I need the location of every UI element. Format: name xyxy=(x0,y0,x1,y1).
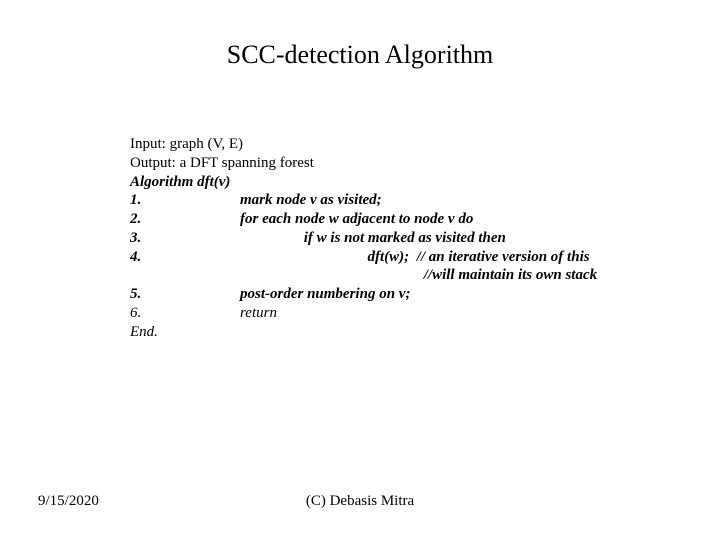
algorithm-body: Input: graph (V, E) Output: a DFT spanni… xyxy=(130,135,690,341)
algo-line-5: 5.post-order numbering on v; xyxy=(130,285,690,304)
line-text: dft(w); // an iterative version of this xyxy=(240,248,590,267)
algo-line-1: 1.mark node v as visited; xyxy=(130,191,690,210)
algo-comment-cont: //will maintain its own stack xyxy=(130,266,690,285)
line-text: post-order numbering on v; xyxy=(240,285,410,304)
algo-line-4: 4. dft(w); // an iterative version of th… xyxy=(130,248,690,267)
algo-line-2: 2.for each node w adjacent to node v do xyxy=(130,210,690,229)
footer-copyright: (C) Debasis Mitra xyxy=(0,493,720,510)
line-number xyxy=(130,266,240,285)
line-number: 6. xyxy=(130,304,240,323)
line-number: 5. xyxy=(130,285,240,304)
input-line: Input: graph (V, E) xyxy=(130,135,690,154)
line-text: if w is not marked as visited then xyxy=(240,229,506,248)
line-text: mark node v as visited; xyxy=(240,191,382,210)
line-number: 1. xyxy=(130,191,240,210)
line-text: //will maintain its own stack xyxy=(240,266,597,285)
algo-line-6: 6.return xyxy=(130,304,690,323)
line-number: 3. xyxy=(130,229,240,248)
algo-line-3: 3. if w is not marked as visited then xyxy=(130,229,690,248)
line-number: 2. xyxy=(130,210,240,229)
line-text: return xyxy=(240,304,277,323)
slide-title: SCC-detection Algorithm xyxy=(0,40,720,70)
line-text: for each node w adjacent to node v do xyxy=(240,210,473,229)
slide: SCC-detection Algorithm Input: graph (V,… xyxy=(0,0,720,540)
line-number: 4. xyxy=(130,248,240,267)
output-line: Output: a DFT spanning forest xyxy=(130,154,690,173)
algo-header: Algorithm dft(v) xyxy=(130,173,690,192)
algo-end: End. xyxy=(130,323,690,342)
